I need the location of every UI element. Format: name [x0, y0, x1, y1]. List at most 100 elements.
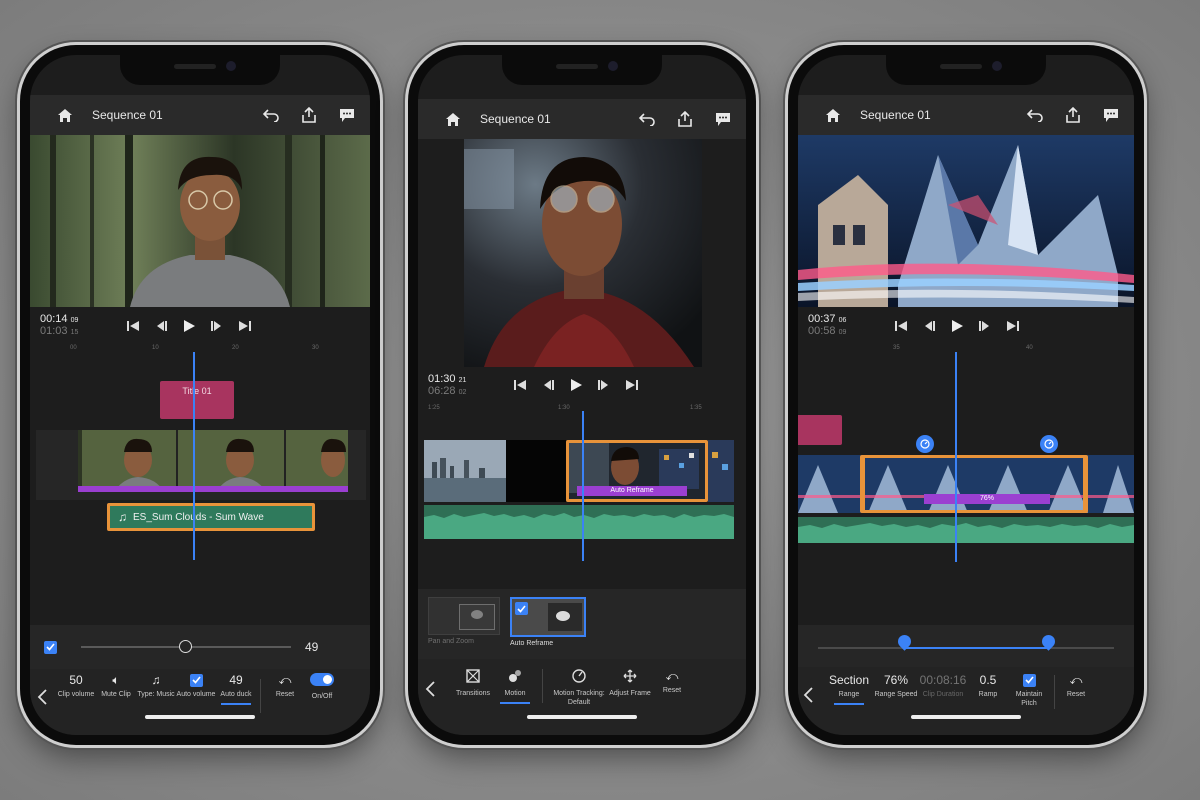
video-track[interactable] — [36, 430, 366, 500]
phone-1: Sequence 01 00:14 09 01:03 15 00 10 20 3… — [20, 45, 380, 745]
phone-2: Sequence 01 01:30 21 06:28 02 1:25 1:30 … — [408, 45, 756, 745]
tool-value: 0.5 — [979, 673, 997, 687]
tool-reset[interactable]: ⤺ Reset — [1059, 673, 1093, 699]
tool-maintain-pitch[interactable]: Maintain Pitch — [1008, 673, 1050, 708]
tool-label: Maintain Pitch — [1015, 691, 1043, 707]
tool-auto-volume[interactable]: Auto volume — [176, 673, 216, 699]
video-clip-city[interactable] — [424, 440, 506, 502]
comment-icon[interactable] — [1098, 104, 1124, 126]
video-track[interactable]: Auto Reframe — [424, 440, 734, 502]
comment-icon[interactable] — [710, 108, 736, 130]
undo-icon[interactable] — [1022, 104, 1048, 126]
tool-label: Clip volume — [57, 691, 95, 698]
tool-range[interactable]: Section Range — [824, 673, 874, 705]
home-indicator — [527, 715, 637, 719]
tool-on-off[interactable]: On/Off — [305, 673, 339, 701]
share-icon[interactable] — [672, 108, 698, 130]
tool-label: Transitions — [456, 690, 490, 697]
audio-waveform[interactable] — [424, 505, 734, 539]
tool-motion[interactable]: Motion — [494, 669, 536, 704]
undo-icon[interactable] — [258, 104, 284, 126]
video-clip-reframed[interactable]: Auto Reframe — [566, 440, 708, 502]
tool-mute-clip[interactable]: 🔈︎ Mute Clip — [96, 673, 136, 699]
comment-icon[interactable] — [334, 104, 360, 126]
skip-end-icon[interactable] — [1006, 320, 1020, 332]
tool-range-speed[interactable]: 76% Range Speed — [874, 673, 918, 699]
tool-transitions[interactable]: Transitions — [452, 669, 494, 698]
back-chevron-icon[interactable] — [36, 687, 50, 707]
tool-label: Mute Clip — [101, 691, 131, 698]
play-icon[interactable] — [182, 319, 196, 333]
step-forward-icon[interactable] — [210, 320, 224, 332]
top-bar: Sequence 01 — [418, 99, 746, 139]
tool-type-music[interactable]: ♫ Type: Music — [136, 673, 176, 699]
skip-end-icon[interactable] — [238, 320, 252, 332]
title-clip[interactable] — [798, 415, 842, 445]
playhead[interactable] — [193, 352, 195, 560]
step-back-icon[interactable] — [154, 320, 168, 332]
playhead[interactable] — [582, 411, 584, 561]
video-clip-next[interactable] — [708, 440, 734, 502]
play-icon[interactable] — [950, 319, 964, 333]
skip-start-icon[interactable] — [513, 379, 527, 391]
video-clip-black[interactable] — [506, 440, 566, 502]
motion-option-pan-zoom[interactable]: Pan and Zoom — [428, 597, 500, 651]
audio-clip[interactable]: ♫ ES_Sum Clouds - Sum Wave — [107, 503, 315, 531]
tool-adjust-frame[interactable]: Adjust Frame — [609, 669, 651, 698]
tool-label: Reset — [275, 691, 295, 698]
share-icon[interactable] — [1060, 104, 1086, 126]
skip-start-icon[interactable] — [126, 320, 140, 332]
tool-reset[interactable]: ⤺ Reset — [651, 669, 693, 695]
audio-waveform[interactable] — [798, 517, 1134, 543]
ruler-label: 20 — [232, 345, 239, 351]
share-icon[interactable] — [296, 104, 322, 126]
step-back-icon[interactable] — [541, 379, 555, 391]
motion-icon — [508, 669, 522, 686]
speed-range-bar[interactable]: 76% — [924, 494, 1050, 504]
speed-range-clip[interactable] — [860, 455, 1088, 513]
back-chevron-icon[interactable] — [802, 685, 816, 705]
home-icon[interactable] — [820, 104, 846, 126]
step-forward-icon[interactable] — [978, 320, 992, 332]
tool-label: Reset — [662, 687, 682, 694]
slider-thumb[interactable] — [179, 640, 192, 653]
tool-label: Motion — [504, 690, 526, 697]
play-icon[interactable] — [569, 378, 583, 392]
timecode: 01:30 21 06:28 02 — [428, 373, 466, 397]
tool-auto-duck[interactable]: 49 Auto duck — [216, 673, 256, 705]
current-time: 00:14 09 — [40, 313, 79, 325]
home-icon[interactable] — [52, 104, 78, 126]
top-bar: Sequence 01 — [30, 95, 370, 135]
tool-clip-volume[interactable]: 50 Clip volume — [56, 673, 96, 699]
home-icon[interactable] — [440, 108, 466, 130]
step-forward-icon[interactable] — [597, 379, 611, 391]
tool-label: Motion Tracking: Default — [553, 690, 605, 706]
speed-range-label: 76% — [979, 495, 994, 502]
tool-ramp[interactable]: 0.5 Ramp — [968, 673, 1008, 699]
ruler-label: 35 — [893, 345, 900, 351]
phone-1-screen: Sequence 01 00:14 09 01:03 15 00 10 20 3… — [30, 55, 370, 735]
video-track[interactable]: 76% — [798, 455, 1134, 513]
playhead[interactable] — [955, 352, 957, 562]
phone-2-screen: Sequence 01 01:30 21 06:28 02 1:25 1:30 … — [418, 55, 746, 735]
notch — [886, 55, 1046, 85]
duck-checkbox[interactable] — [44, 640, 57, 654]
speed-keyframe-right[interactable] — [1040, 435, 1058, 453]
undo-icon[interactable] — [634, 108, 660, 130]
duck-slider[interactable] — [81, 640, 291, 653]
tool-label: Auto duck — [220, 691, 252, 698]
skip-start-icon[interactable] — [894, 320, 908, 332]
speed-keyframe-left[interactable] — [916, 435, 934, 453]
motion-option-auto-reframe[interactable]: Auto Reframe — [510, 597, 586, 651]
skip-end-icon[interactable] — [625, 379, 639, 391]
tool-reset[interactable]: ⤺ Reset — [265, 673, 305, 699]
step-back-icon[interactable] — [922, 320, 936, 332]
title-clip[interactable]: Title 01 — [160, 381, 234, 419]
adjust-frame-icon — [623, 669, 637, 686]
back-chevron-icon[interactable] — [424, 679, 438, 699]
speedometer-icon — [1044, 439, 1054, 449]
tool-motion-tracking[interactable]: Motion Tracking: Default — [549, 669, 609, 707]
pan-zoom-thumbnail — [428, 597, 500, 635]
timeline-ruler: 35 40 — [798, 345, 1134, 357]
video-clip[interactable] — [78, 430, 348, 492]
